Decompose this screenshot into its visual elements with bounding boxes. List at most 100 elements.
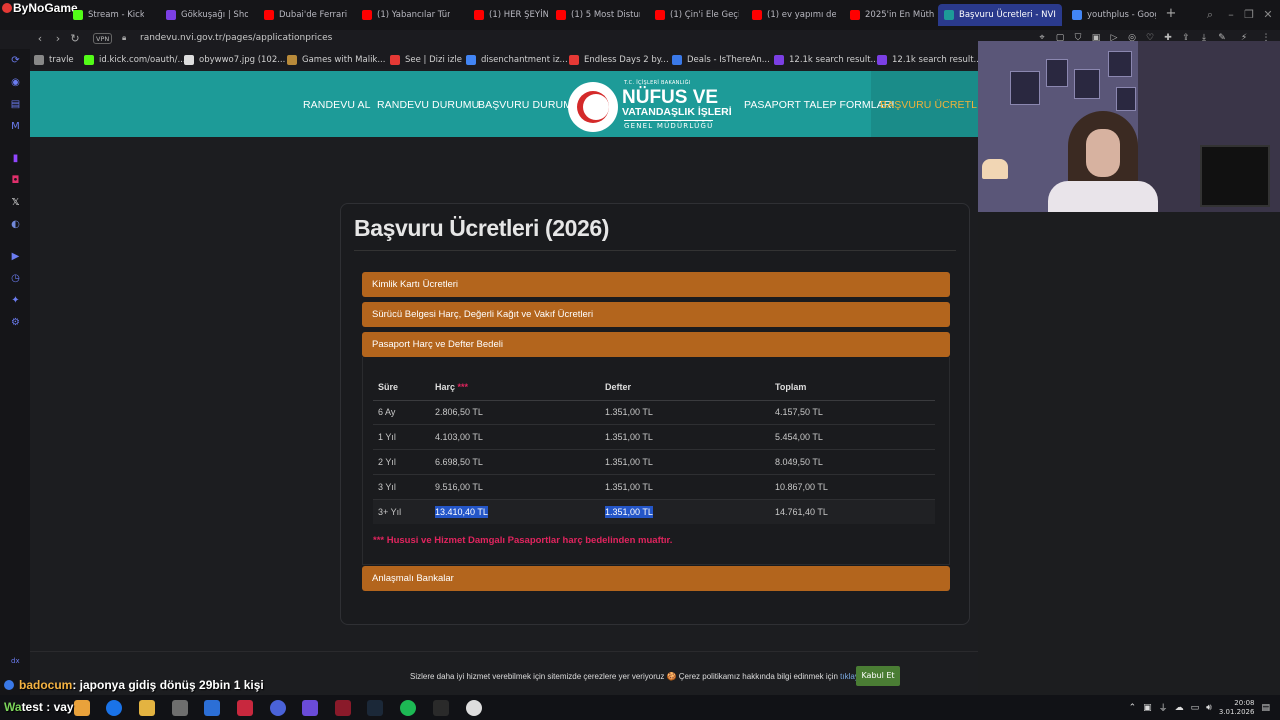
bookmark-item[interactable]: Games with Malik... [287,53,385,66]
accordion-kimlik[interactable]: Kimlik Kartı Ücretleri [362,272,950,297]
explorer-icon[interactable] [74,700,90,716]
twitch-icon[interactable]: ▮ [9,152,22,165]
clock[interactable]: 20:08 3.01.2026 [1219,699,1255,717]
bookmark-item[interactable]: Deals - IsThereAn... [672,53,770,66]
taskbar-overlay-text: Watest : vay [4,700,74,714]
rail-note: dx [11,657,20,665]
tray-app-icon[interactable]: ▣ [1143,703,1152,713]
bookmark-favicon-icon [672,54,682,65]
table-cell: 1.351,00 TL [600,424,770,451]
bookmark-item[interactable]: 12.1k search result... [877,53,982,66]
opera-gx-icon[interactable] [335,700,351,716]
notifications-icon[interactable]: ▤ [1261,703,1270,713]
restore-icon[interactable]: ❐ [1242,8,1256,22]
browser-tab[interactable]: Stream - Kick Das [67,4,144,26]
forward-icon[interactable]: › [51,32,65,46]
puzzle-icon[interactable]: ✦ [9,294,22,307]
reload-icon[interactable]: ↻ [68,32,82,46]
mail-icon[interactable] [204,700,220,716]
tab-label: (1) Yabancılar Türk [377,10,450,20]
table-cell: 2 Yıl [373,449,430,475]
browser-tab[interactable]: Dubai'de Ferrari T [258,4,348,26]
browser-tab[interactable]: youthplus - Google [1066,4,1156,26]
back-icon[interactable]: ‹ [33,32,47,46]
nav-basvuru-ucretleri[interactable]: BAŞVURU ÜCRETLERİ [880,99,978,111]
nav-pasaport-talep[interactable]: PASAPORT TALEP FORMLARI [744,99,895,111]
table-cell: 10.867,00 TL [770,474,935,500]
tab-strip: ByNoGame Stream - Kick DasGökkuşağı | Sh… [0,0,1280,30]
accordion-pasaport[interactable]: Pasaport Harç ve Defter Bedeli [362,332,950,357]
browser-tab[interactable]: Başvuru Ücretleri - NVI [938,4,1062,26]
browser-tab[interactable]: (1) Çin'i Ele Geçire [649,4,739,26]
nav-basvuru-durumu[interactable]: BAŞVURU DURUMU [478,99,580,111]
bookmark-item[interactable]: id.kick.com/oauth/... [84,53,186,66]
nav-randevu-al[interactable]: RANDEVU AL [303,99,371,111]
table-cell: 2.806,50 TL [430,400,600,426]
app-blue-icon[interactable] [270,700,286,716]
messenger-icon[interactable]: ◉ [9,76,22,89]
tab-label: 2025'in En Müthiş [865,10,934,20]
tray-cloud-icon[interactable]: ☁ [1175,703,1184,713]
accept-cookies-button[interactable]: Kabul Et [856,666,900,686]
bookmark-item[interactable]: obywwo7.jpg (102... [184,53,285,66]
url-field[interactable]: 🔒︎ randevu.nvi.gov.tr/pages/applicationpr… [122,33,332,43]
search-tabs-icon[interactable]: ⌕ [1203,8,1217,22]
instagram-icon[interactable]: ◘ [9,174,22,187]
bookmark-favicon-icon [390,54,400,65]
bookmark-item[interactable]: disenchantment iz... [466,53,568,66]
tab-favicon-icon [166,10,176,20]
close-window-icon[interactable]: ✕ [1261,8,1275,22]
browser-tab[interactable]: 2025'in En Müthiş [844,4,934,26]
nvi-logo[interactable]: T.C. İÇİŞLERİ BAKANLIĞI NÜFUS VE VATANDA… [568,80,733,132]
fees-table: Süre Harç *** Defter Toplam 6 Ay 2.806,50… [373,375,935,524]
browser-tab[interactable]: (1) Yabancılar Türk [356,4,450,26]
col-toplam: Toplam [770,375,935,401]
new-tab-icon[interactable]: + [1163,6,1179,22]
accordion-surucu[interactable]: Sürücü Belgesi Harç, Değerli Kağıt ve Va… [362,302,950,327]
bookmark-item[interactable]: travle [34,53,74,66]
steam-icon[interactable] [367,700,383,716]
tab-favicon-icon [1072,10,1082,20]
minimize-icon[interactable]: – [1224,8,1238,22]
tab-favicon-icon [264,10,274,20]
tab-favicon-icon [556,10,566,20]
browser-tab[interactable]: (1) 5 Most Disturb [550,4,640,26]
right-empty-area [978,212,1280,695]
col-defter: Defter [600,375,770,401]
bookmark-label: disenchantment iz... [481,54,568,65]
bookmark-item[interactable]: See | Dizi izle [390,53,462,66]
discord-icon[interactable]: ◐ [9,218,22,231]
history-icon[interactable]: ◷ [9,272,22,285]
browser-tab[interactable]: (1) ev yapımı derin [746,4,836,26]
store-icon[interactable] [172,700,188,716]
x-icon[interactable]: 𝕏 [9,196,22,209]
epic-games-icon[interactable] [433,700,449,716]
tray-usb-icon[interactable]: ⏚ [1159,701,1168,714]
spotify-icon[interactable] [400,700,416,716]
nav-randevu-durumu[interactable]: RANDEVU DURUMU [377,99,479,111]
m-icon[interactable]: M [9,120,22,133]
settings-icon[interactable]: ⚙ [9,316,22,329]
app-purple-icon[interactable] [302,700,318,716]
browser-tab[interactable]: (1) HER ŞEYİN Siz [468,4,548,26]
folder-icon[interactable] [139,700,155,716]
browser-tab[interactable]: Gökkuşağı | Shop [160,4,248,26]
vpn-badge[interactable]: VPN [93,33,113,44]
tab-label: (1) 5 Most Disturb [571,10,640,20]
speed-dial-icon[interactable]: ⟳ [9,54,22,67]
tray-volume-icon[interactable]: 🔊︎ [1206,703,1212,713]
edge-icon[interactable] [106,700,122,716]
player-icon[interactable]: ▤ [9,98,22,111]
bookmark-item[interactable]: 12.1k search result... [774,53,879,66]
bookmark-item[interactable]: Endless Days 2 by... [569,53,669,66]
app-red-icon[interactable] [237,700,253,716]
chat-user-icon [4,680,14,690]
tray-network-icon[interactable]: ▭ [1191,703,1200,713]
tray-chevron-icon[interactable]: ⌃ [1129,703,1137,713]
obs-icon[interactable] [466,700,482,716]
tab-favicon-icon [73,10,83,20]
accordion-bankalar[interactable]: Anlaşmalı Bankalar [362,566,950,591]
footnote: *** Hususi ve Hizmet Damgalı Pasaportlar… [373,535,673,546]
table-cell: 14.761,40 TL [770,499,935,524]
video-icon[interactable]: ▶ [9,250,22,263]
